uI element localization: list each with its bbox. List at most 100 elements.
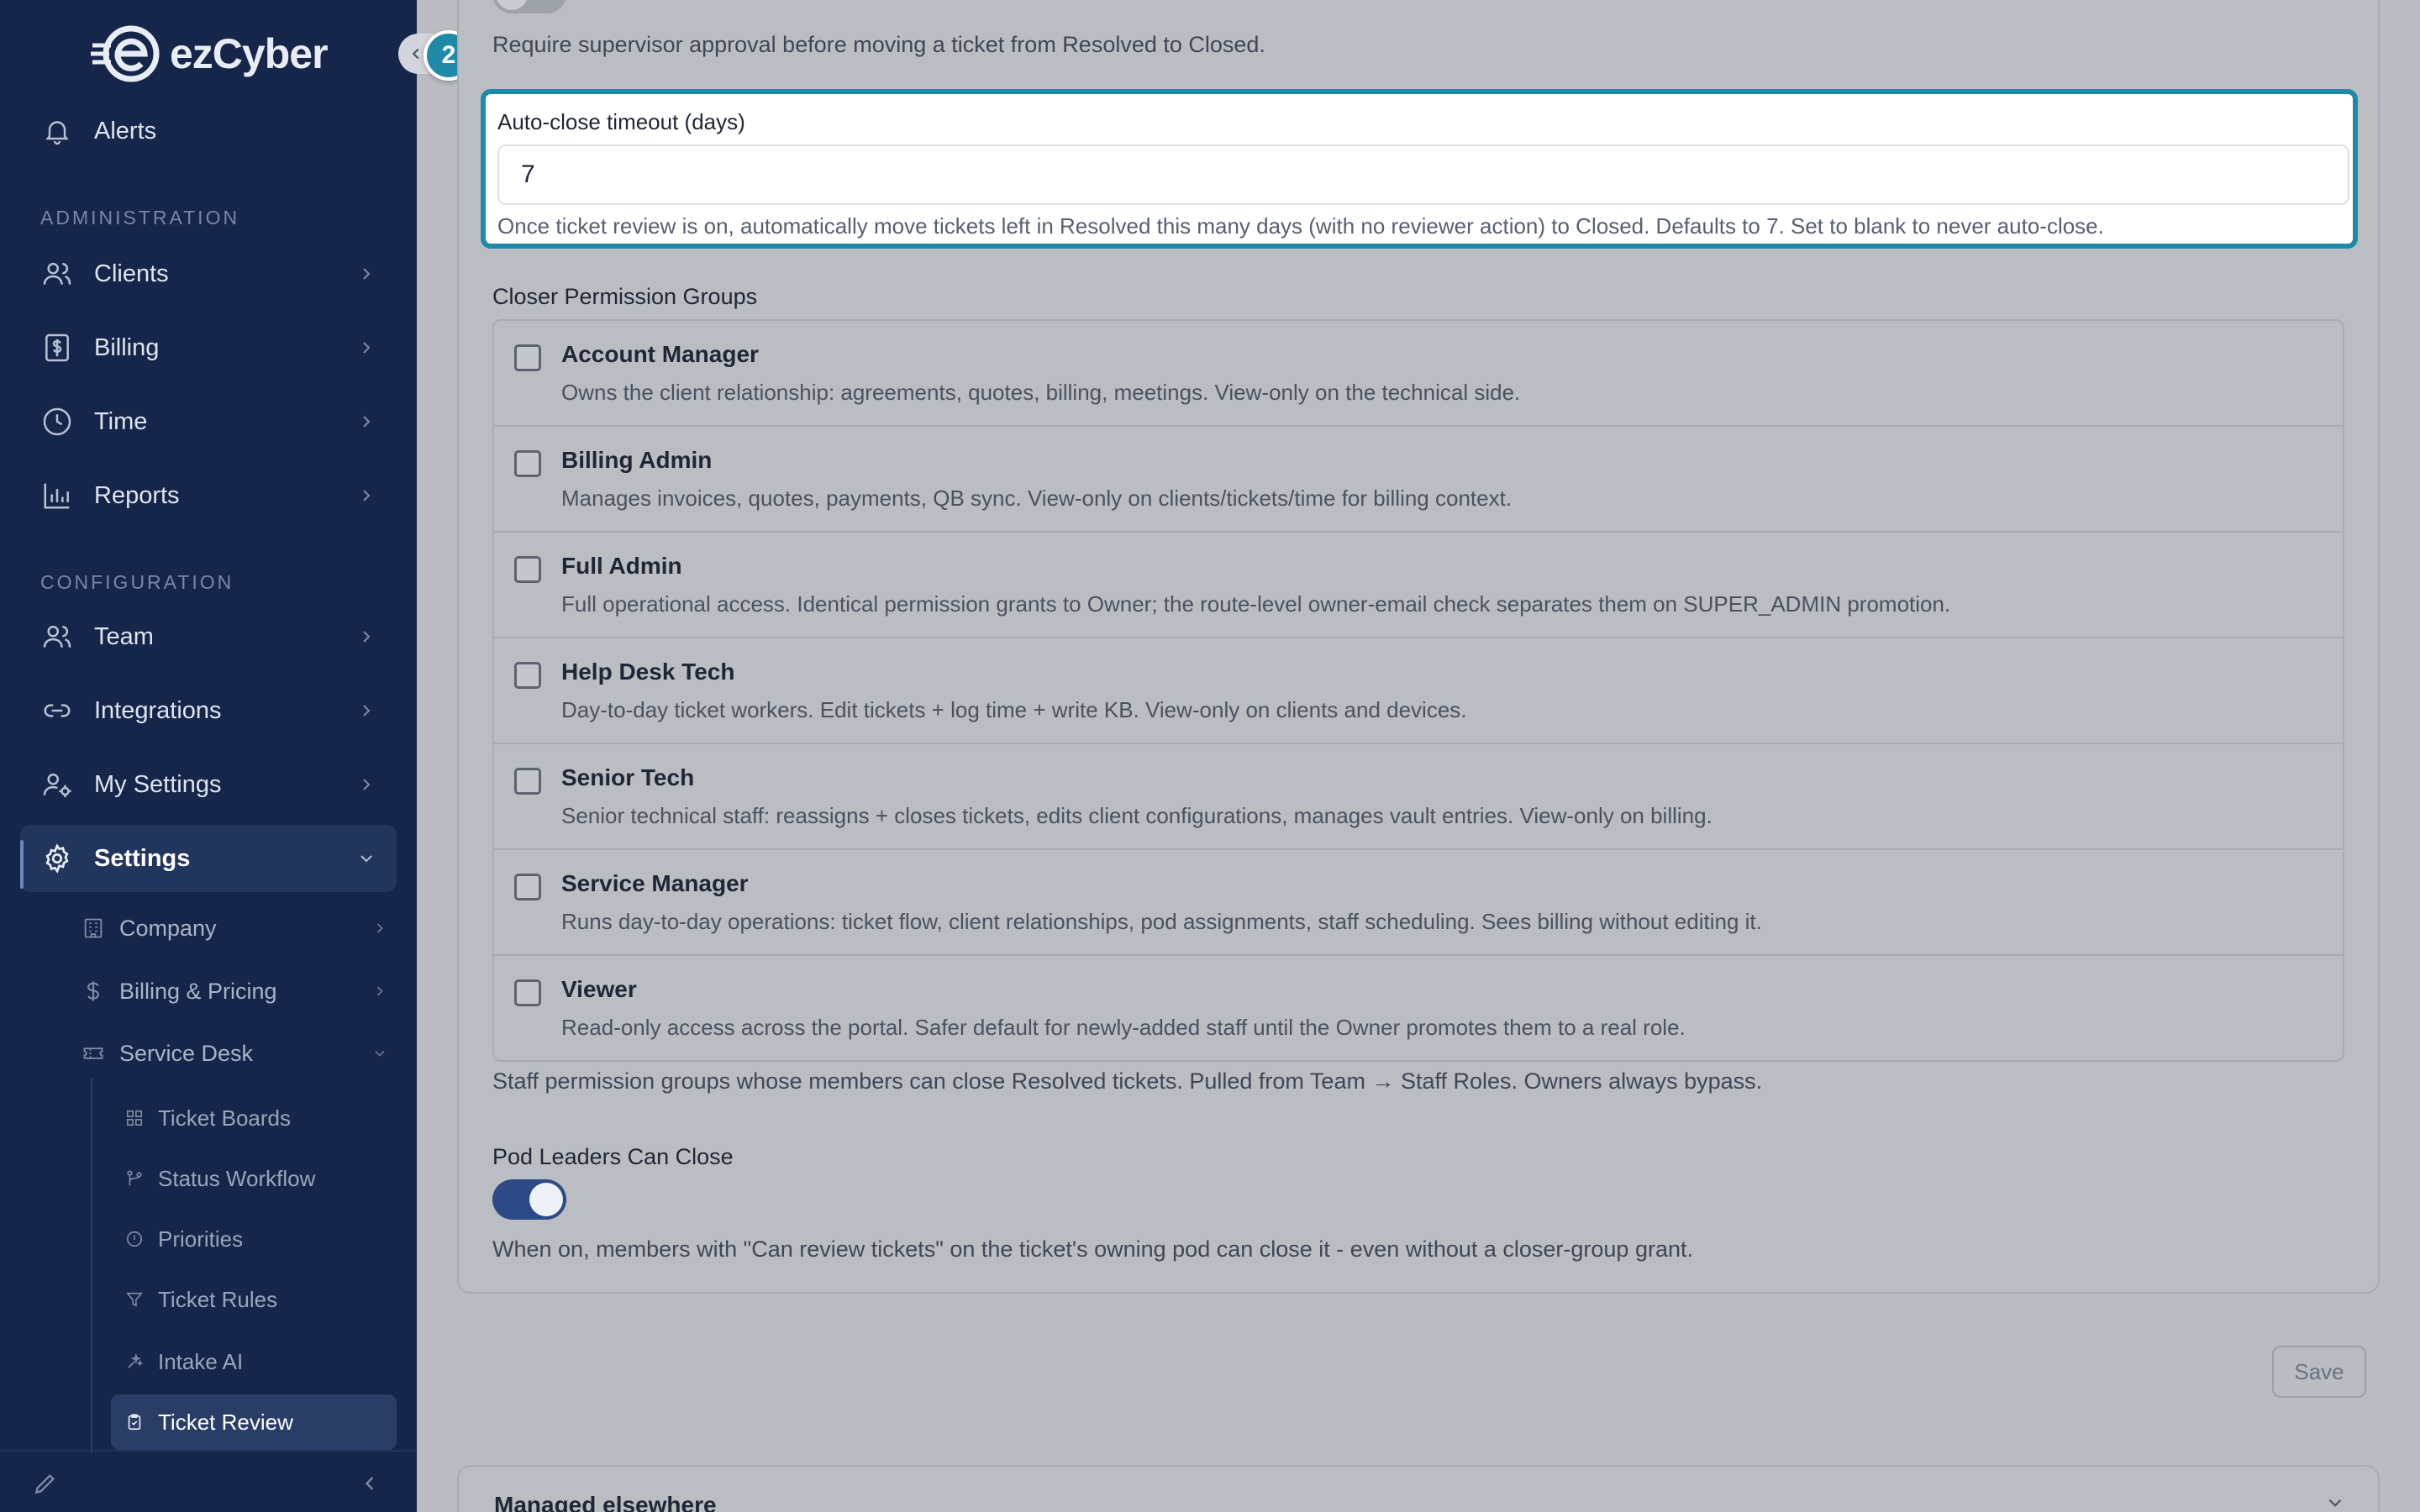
group-row-billing-admin[interactable]: Billing Admin Manages invoices, quotes, …	[494, 427, 2343, 533]
ticket-review-toggle[interactable]	[492, 0, 566, 13]
sidebar-item-alerts[interactable]: Alerts	[20, 97, 397, 165]
sidebar-item-clients[interactable]: Clients	[20, 240, 397, 307]
sidebar-subitem-label: Company	[119, 915, 217, 941]
sidebar-subitem-company[interactable]: Company	[81, 899, 397, 958]
bar-chart-icon	[40, 479, 74, 512]
sidebar-subitem-priorities[interactable]: Priorities	[111, 1211, 397, 1267]
auto-close-input[interactable]: 7	[497, 144, 2349, 205]
sidebar-subitem-billing-pricing[interactable]: Billing & Pricing	[81, 962, 397, 1021]
alert-circle-icon	[124, 1229, 145, 1249]
brand-logo[interactable]: ezCyber	[91, 20, 329, 87]
sidebar-item-label: Reports	[94, 481, 180, 509]
sparkle-icon	[124, 1352, 145, 1372]
users-icon	[40, 257, 74, 291]
group-row-service-manager[interactable]: Service Manager Runs day-to-day operatio…	[494, 850, 2343, 956]
sidebar-subitem-label: Ticket Review	[158, 1409, 293, 1435]
sidebar-subitem-service-desk[interactable]: Service Desk	[81, 1024, 397, 1083]
active-indicator	[20, 840, 24, 889]
link-icon	[40, 694, 74, 727]
sidebar-item-label: Billing	[94, 333, 160, 361]
chevron-right-icon	[363, 779, 371, 790]
sidebar-subitem-label: Status Workflow	[158, 1165, 316, 1191]
group-desc: Runs day-to-day operations: ticket flow,…	[561, 909, 1762, 934]
pod-leaders-toggle[interactable]	[492, 1179, 566, 1220]
checkbox[interactable]	[514, 874, 541, 900]
group-name: Viewer	[561, 976, 637, 1002]
sidebar-item-label: Time	[94, 407, 148, 435]
chevron-right-icon	[376, 986, 383, 996]
pencil-icon[interactable]	[32, 1470, 59, 1497]
chevron-right-icon	[376, 923, 383, 933]
workflow-icon	[124, 1168, 145, 1189]
tree-line	[91, 1079, 92, 1453]
sidebar-item-label: Alerts	[94, 117, 157, 144]
section-title-administration: ADMINISTRATION	[40, 207, 240, 228]
building-icon	[81, 916, 106, 941]
users-icon	[40, 620, 74, 654]
sidebar-item-settings[interactable]: Settings	[20, 825, 397, 892]
sidebar-subitem-label: Billing & Pricing	[119, 978, 277, 1004]
group-desc: Day-to-day ticket workers. Edit tickets …	[561, 697, 1467, 722]
brand-name: ezCyber	[170, 30, 329, 77]
group-row-senior-tech[interactable]: Senior Tech Senior technical staff: reas…	[494, 744, 2343, 850]
ticket-review-help: Require supervisor approval before movin…	[492, 32, 1265, 57]
closer-groups-help: Staff permission groups whose members ca…	[492, 1068, 1763, 1094]
sidebar-subitem-label: Priorities	[158, 1226, 244, 1252]
group-row-account-manager[interactable]: Account Manager Owns the client relation…	[494, 321, 2343, 427]
sidebar-subitem-label: Ticket Rules	[158, 1286, 278, 1312]
ticket-icon	[81, 1041, 106, 1066]
toggle-knob	[529, 1183, 563, 1216]
checkbox[interactable]	[514, 979, 541, 1006]
group-desc: Owns the client relationship: agreements…	[561, 380, 1521, 405]
save-button[interactable]: Save	[2272, 1346, 2366, 1398]
sidebar-subitem-ticket-rules[interactable]: Ticket Rules	[111, 1272, 397, 1327]
ezcyber-logo-icon	[91, 25, 160, 82]
pod-leaders-help: When on, members with "Can review ticket…	[492, 1236, 1693, 1262]
sidebar-item-time[interactable]: Time	[20, 388, 397, 455]
checkbox[interactable]	[514, 662, 541, 689]
collapse-sidebar-icon[interactable]	[358, 1472, 381, 1495]
group-name: Billing Admin	[561, 447, 713, 473]
checkbox[interactable]	[514, 768, 541, 795]
group-name: Full Admin	[561, 553, 682, 579]
group-row-full-admin[interactable]: Full Admin Full operational access. Iden…	[494, 533, 2343, 638]
chevron-down-icon	[360, 855, 372, 863]
clipboard-check-icon	[124, 1412, 145, 1432]
group-row-viewer[interactable]: Viewer Read-only access across the porta…	[494, 956, 2343, 1062]
user-gear-icon	[40, 768, 74, 801]
grid-icon	[124, 1108, 145, 1128]
group-name: Service Manager	[561, 870, 749, 896]
sidebar-subitem-label: Ticket Boards	[158, 1105, 291, 1131]
sidebar-subitem-status-workflow[interactable]: Status Workflow	[111, 1151, 397, 1206]
sidebar-item-reports[interactable]: Reports	[20, 462, 397, 529]
sidebar-item-billing[interactable]: Billing	[20, 314, 397, 381]
pod-leaders-label: Pod Leaders Can Close	[492, 1144, 734, 1169]
checkbox[interactable]	[514, 344, 541, 371]
sidebar-item-label: My Settings	[94, 770, 222, 798]
sidebar-subitem-ticket-boards[interactable]: Ticket Boards	[111, 1090, 397, 1146]
chevron-right-icon	[363, 705, 371, 717]
sidebar-item-integrations[interactable]: Integrations	[20, 677, 397, 744]
chevron-down-icon	[375, 1050, 385, 1057]
bell-icon	[40, 114, 74, 148]
closer-groups-label: Closer Permission Groups	[492, 284, 758, 309]
sidebar: ezCyber Alerts ADMINISTRATION Clients Bi…	[0, 0, 417, 1512]
sidebar-subitem-intake-ai[interactable]: Intake AI	[111, 1334, 397, 1389]
chevron-left-icon	[412, 48, 419, 60]
gear-icon	[40, 842, 74, 875]
sidebar-subitem-ticket-review[interactable]: Ticket Review	[111, 1394, 397, 1450]
sidebar-item-my-settings[interactable]: My Settings	[20, 751, 397, 818]
sidebar-subitem-label: Intake AI	[158, 1348, 244, 1374]
checkbox[interactable]	[514, 556, 541, 583]
toggle-knob	[496, 0, 528, 10]
sidebar-item-team[interactable]: Team	[20, 603, 397, 670]
managed-elsewhere-panel[interactable]: Managed elsewhere	[457, 1465, 2380, 1512]
sidebar-item-label: Settings	[94, 844, 191, 872]
sidebar-footer	[0, 1450, 417, 1512]
sidebar-subitem-label: Service Desk	[119, 1040, 254, 1066]
group-row-help-desk-tech[interactable]: Help Desk Tech Day-to-day ticket workers…	[494, 638, 2343, 744]
chevron-down-icon	[2328, 1499, 2342, 1507]
closer-groups-list: Account Manager Owns the client relation…	[492, 319, 2344, 1062]
checkbox[interactable]	[514, 450, 541, 477]
group-name: Help Desk Tech	[561, 659, 735, 685]
